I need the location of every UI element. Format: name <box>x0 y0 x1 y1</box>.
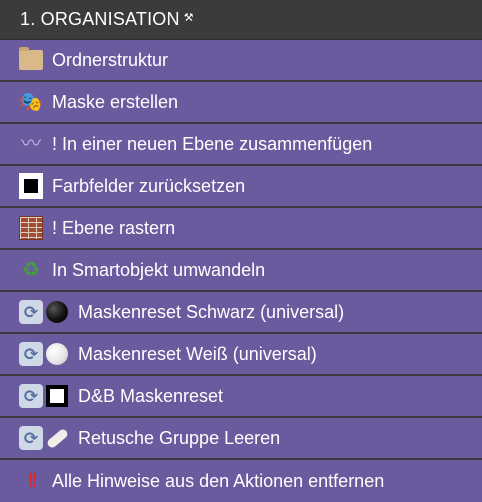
action-set-header[interactable]: 1. ORGANISATION ⚒ <box>0 0 482 40</box>
action-label: Retusche Gruppe Leeren <box>78 427 281 448</box>
action-item-db-maskenreset[interactable]: ⟳ D&B Maskenreset <box>0 376 482 418</box>
black-circle-icon <box>45 300 69 324</box>
action-item-maskenreset-weiss[interactable]: ⟳ Maskenreset Weiß (universal) <box>0 334 482 376</box>
action-label: In Smartobjekt umwandeln <box>52 259 266 280</box>
action-item-maskenreset-schwarz[interactable]: ⟳ Maskenreset Schwarz (universal) <box>0 292 482 334</box>
repeat-icon: ⟳ <box>19 342 43 366</box>
action-label: ! In einer neuen Ebene zusammenfügen <box>52 133 373 154</box>
action-item-ordnerstruktur[interactable]: Ordnerstruktur <box>0 40 482 82</box>
action-item-zusammenfuegen[interactable]: 〰 ! In einer neuen Ebene zusammenfügen <box>0 124 482 166</box>
repeat-icon: ⟳ <box>19 384 43 408</box>
bandage-icon <box>45 426 69 450</box>
action-item-hinweise-entfernen[interactable]: !! Alle Hinweise aus den Aktionen entfer… <box>0 460 482 502</box>
actions-panel: 1. ORGANISATION ⚒ Ordnerstruktur 🎭 Maske… <box>0 0 482 502</box>
action-label: Alle Hinweise aus den Aktionen entfernen <box>52 470 385 491</box>
action-item-maske-erstellen[interactable]: 🎭 Maske erstellen <box>0 82 482 124</box>
repeat-icon: ⟳ <box>19 426 43 450</box>
white-square-icon <box>45 384 69 408</box>
action-label: Ordnerstruktur <box>52 49 169 70</box>
white-circle-icon <box>45 342 69 366</box>
action-item-farbfelder[interactable]: Farbfelder zurücksetzen <box>0 166 482 208</box>
action-item-ebene-rastern[interactable]: ! Ebene rastern <box>0 208 482 250</box>
action-label: ! Ebene rastern <box>52 217 176 238</box>
action-list: Ordnerstruktur 🎭 Maske erstellen 〰 ! In … <box>0 40 482 502</box>
double-exclamation-icon: !! <box>27 470 37 492</box>
folder-icon <box>19 47 43 72</box>
black-square-icon <box>19 173 43 199</box>
action-label: Maskenreset Weiß (universal) <box>78 343 317 364</box>
action-label: Maske erstellen <box>52 91 179 112</box>
recycle-icon: ♻ <box>22 259 40 281</box>
action-item-smartobjekt[interactable]: ♻ In Smartobjekt umwandeln <box>0 250 482 292</box>
brick-icon <box>19 216 43 240</box>
action-item-retusche-gruppe[interactable]: ⟳ Retusche Gruppe Leeren <box>0 418 482 460</box>
action-label: Farbfelder zurücksetzen <box>52 175 246 196</box>
wavy-dash-icon: 〰 <box>21 133 41 155</box>
action-label: Maskenreset Schwarz (universal) <box>78 301 345 322</box>
repeat-icon: ⟳ <box>19 300 43 324</box>
action-label: D&B Maskenreset <box>78 385 224 406</box>
hammer-pick-icon: ⚒ <box>183 12 194 24</box>
theater-masks-icon: 🎭 <box>19 91 43 113</box>
action-set-title: 1. ORGANISATION <box>20 9 180 29</box>
